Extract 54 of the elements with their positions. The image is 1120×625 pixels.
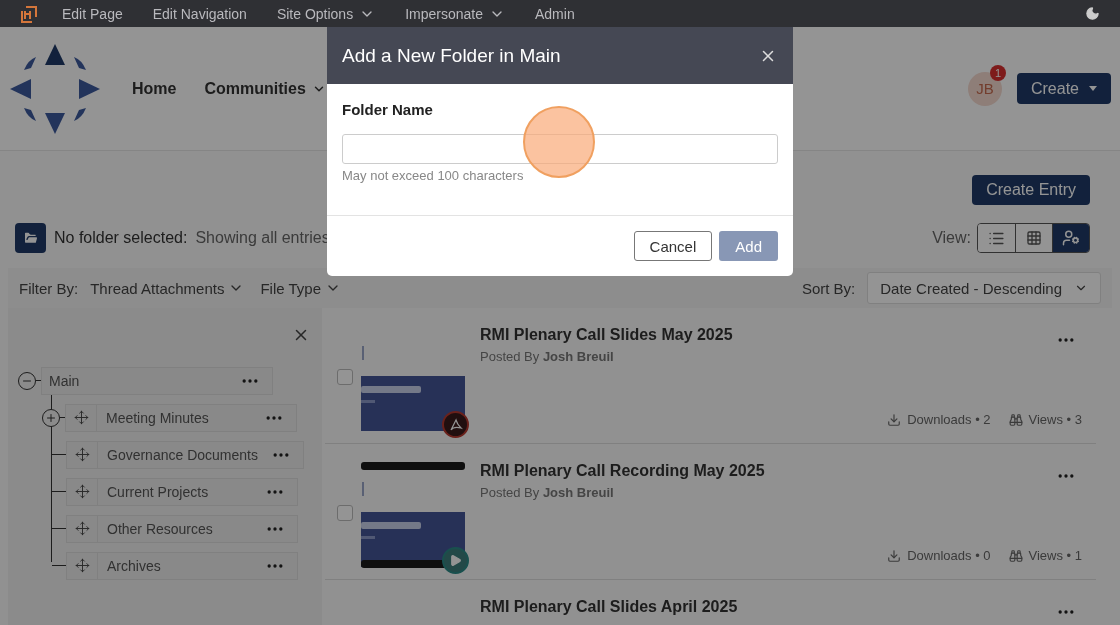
download-icon [887,412,902,427]
top-menu-item[interactable]: Admin [535,5,575,22]
filter-label: Filter By: [19,279,79,297]
binoculars-icon [1008,412,1023,427]
drag-handle-icon[interactable] [74,447,90,462]
nav-link[interactable]: Communities [204,79,326,98]
pdf-icon [448,417,463,432]
drag-handle-icon[interactable] [73,410,89,425]
play-icon [449,554,462,567]
collapse-toggle[interactable] [18,371,36,390]
filter-dropdown[interactable]: File Type [260,279,342,297]
views-count: Views • 1 [1008,548,1082,563]
moon-icon[interactable] [1085,6,1100,21]
tree-node[interactable]: Main [41,366,273,395]
downloads-count: Downloads • 2 [887,412,991,427]
view-label: View: [932,229,971,247]
top-menu-item[interactable]: Edit Page [62,5,123,22]
expand-toggle[interactable] [42,408,60,427]
filter-dropdown[interactable]: Thread Attachments [90,279,245,297]
posted-by-text: Posted By Josh Breuil [480,349,615,364]
entry-title[interactable]: RMI Plenary Call Recording May 2025 [480,462,1096,480]
drag-handle-icon[interactable] [74,521,90,536]
drag-handle-icon[interactable] [74,484,90,499]
notification-badge: 1 [989,64,1006,81]
folder-icon [22,230,39,246]
top-menu-item[interactable]: Impersonate [405,5,505,22]
sort-label: Sort By: [801,279,856,297]
top-menu-item[interactable]: Edit Navigation [152,5,247,22]
views-count: Views • 3 [1008,412,1082,427]
folder-status-label: No folder selected: [54,229,188,247]
entry-title[interactable]: RMI Plenary Call Slides April 2025 [480,598,1096,616]
user-settings-icon [1062,229,1080,247]
view-toggle[interactable] [1052,224,1089,252]
h-logo-icon [20,4,38,23]
cancel-button[interactable]: Cancel [633,231,713,261]
entry-checkbox[interactable] [337,505,353,521]
folder-button[interactable] [15,223,46,253]
download-icon [887,548,902,563]
dialog-title: Add a New Folder in Main [342,44,561,67]
field-label: Folder Name [342,101,434,118]
top-menu-item[interactable]: Site Options [276,5,376,22]
create-entry-button[interactable]: Create Entry [972,175,1090,205]
downloads-count: Downloads • 0 [887,548,991,563]
entry-checkbox[interactable] [337,369,353,385]
hint-text: May not exceed 100 characters [342,168,525,183]
nav-link[interactable]: Home [132,79,177,98]
drag-handle-icon[interactable] [74,558,90,573]
sort-select[interactable]: Date Created - Descending [867,272,1101,304]
grid-icon [1026,230,1042,246]
binoculars-icon [1008,548,1023,563]
entry-title[interactable]: RMI Plenary Call Slides May 2025 [480,326,1096,344]
plus-icon [45,411,57,424]
create-button[interactable]: Create [1016,73,1111,104]
posted-by-text: Posted By Josh Breuil [480,485,615,500]
